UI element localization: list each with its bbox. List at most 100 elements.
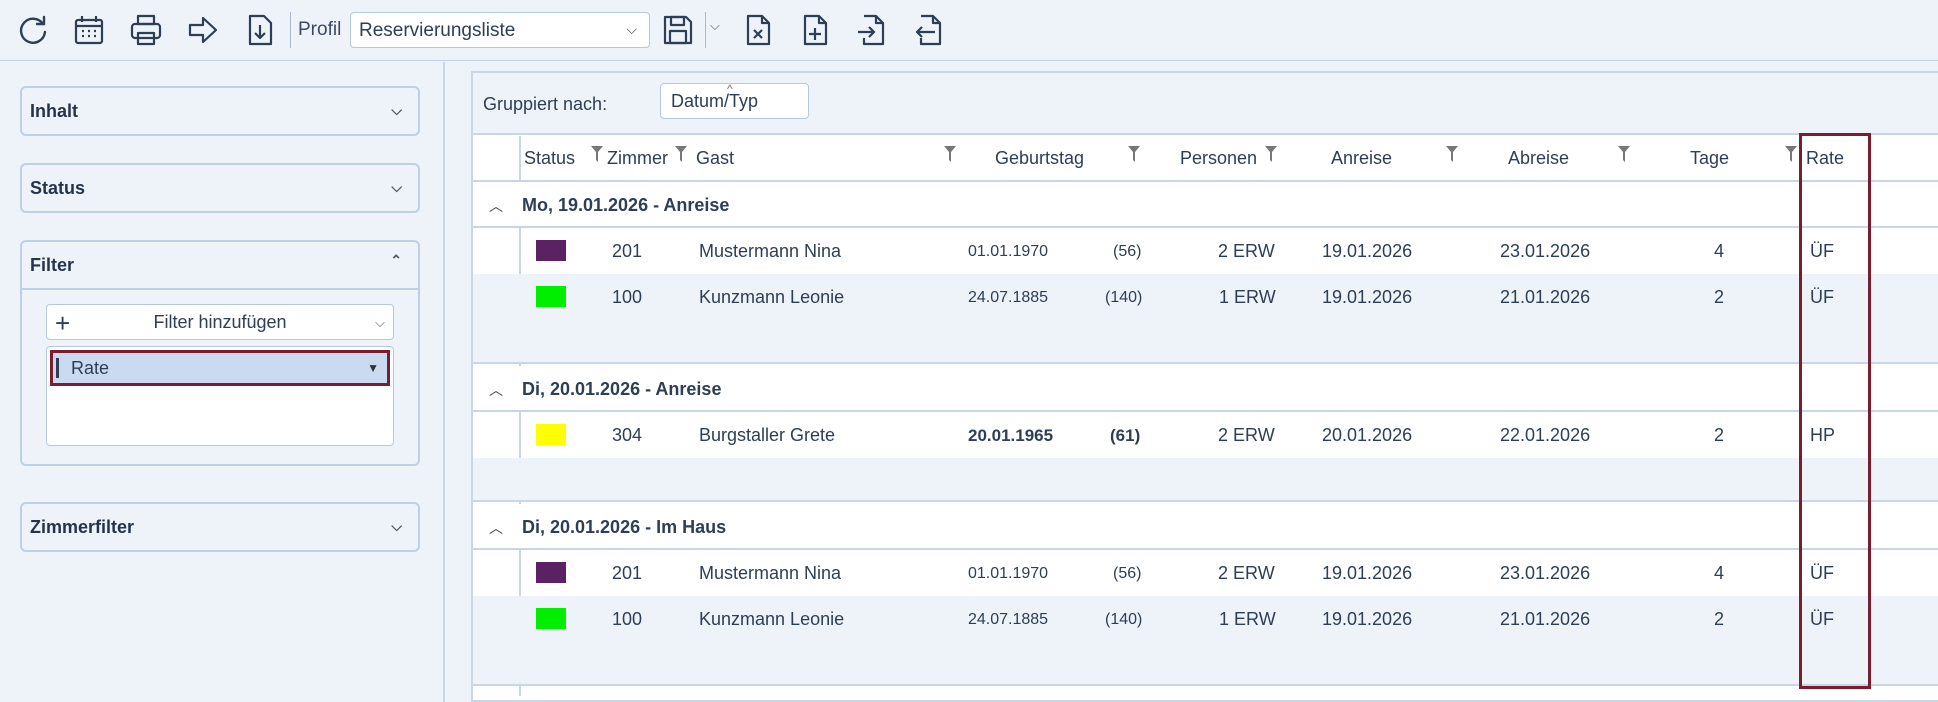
chevron-up-icon[interactable]: ︿: [489, 196, 503, 216]
forward-arrow-icon[interactable]: [183, 10, 223, 50]
refresh-icon[interactable]: [13, 10, 53, 50]
cell-tage: 2: [1714, 425, 1725, 445]
filter-funnel-icon[interactable]: [591, 146, 603, 162]
cell-abreise: 23.01.2026: [1500, 241, 1591, 261]
column-header-anreise[interactable]: Anreise: [1331, 148, 1392, 169]
table-row[interactable]: 100 Kunzmann Leonie 24.07.1885 (140) 1 E…: [473, 274, 1938, 320]
accordion-header[interactable]: Zimmerfilter ⌵: [22, 504, 418, 550]
save-icon[interactable]: [658, 10, 698, 50]
filter-funnel-icon[interactable]: [1128, 146, 1140, 162]
column-header-geburtstag[interactable]: Geburtstag: [995, 148, 1084, 169]
grouping-bar: Gruppiert nach: ^ Datum/Typ: [473, 73, 1938, 135]
cell-zimmer: 100: [612, 609, 643, 629]
filter-item-label: Rate: [71, 357, 110, 378]
filter-funnel-icon[interactable]: [1446, 146, 1458, 162]
toolbar: Profil Reservierungsliste ⌵ ⌵: [0, 0, 1938, 61]
filter-add-dropdown[interactable]: + Filter hinzufügen ⌵: [46, 304, 394, 340]
table-row[interactable]: 304 Burgstaller Grete 20.01.1965 (61) 2 …: [473, 412, 1938, 458]
cell-abreise: 23.01.2026: [1500, 563, 1591, 583]
column-header-abreise[interactable]: Abreise: [1508, 148, 1569, 169]
cell-rate: ÜF: [1810, 609, 1834, 629]
cell-zimmer: 201: [612, 563, 643, 583]
table-row[interactable]: 201 Mustermann Nina 01.01.1970 (56) 2 ER…: [473, 550, 1938, 596]
cell-tage: 2: [1714, 609, 1725, 629]
group-title: Di, 20.01.2026 - Anreise: [522, 379, 722, 399]
grouping-chip[interactable]: ^ Datum/Typ: [660, 82, 809, 119]
group-di-20-anreise: ︿ Di, 20.01.2026 - Anreise 304 Burgstall…: [473, 366, 1938, 502]
accordion-body: + Filter hinzufügen ⌵ Rate ▼: [22, 288, 418, 464]
cell-zimmer: 201: [612, 241, 643, 261]
cell-tage: 2: [1714, 287, 1725, 307]
cell-alter: (140): [1105, 289, 1143, 306]
group-header[interactable]: ︿ Di, 20.01.2026 - Anreise: [473, 366, 1938, 412]
cell-alter: (140): [1105, 611, 1143, 628]
cell-gast: Mustermann Nina: [699, 241, 842, 261]
cell-anreise: 19.01.2026: [1322, 287, 1413, 307]
chevron-down-icon: ⌵: [375, 315, 385, 330]
accordion-title: Inhalt: [30, 100, 78, 121]
group-mo-19-anreise: ︿ Mo, 19.01.2026 - Anreise 201 Musterman…: [473, 182, 1938, 364]
filter-funnel-icon[interactable]: [1785, 146, 1797, 162]
toolbar-dropdown-chevron-icon[interactable]: ⌵: [710, 18, 720, 34]
grid-header: Status Zimmer Gast Geburtstag Personen A…: [473, 136, 1938, 182]
accordion-zimmerfilter[interactable]: Zimmerfilter ⌵: [20, 502, 420, 552]
column-header-gast[interactable]: Gast: [696, 148, 734, 169]
accordion-title: Filter: [30, 254, 75, 275]
group-footer: [473, 458, 1938, 502]
chevron-up-icon[interactable]: ︿: [489, 518, 503, 538]
grouping-label: Gruppiert nach:: [483, 94, 608, 114]
table-row[interactable]: 100 Kunzmann Leonie 24.07.1885 (140) 1 E…: [473, 596, 1938, 642]
column-header-status[interactable]: Status: [524, 148, 575, 169]
group-footer: [473, 320, 1938, 364]
accordion-status[interactable]: Status ⌵: [20, 163, 420, 213]
cell-gast: Burgstaller Grete: [699, 425, 836, 445]
accordion-header[interactable]: Status ⌵: [22, 165, 418, 211]
filter-funnel-icon[interactable]: [675, 146, 687, 162]
column-header-personen[interactable]: Personen: [1180, 148, 1257, 169]
filter-funnel-icon[interactable]: [1265, 146, 1277, 162]
column-header-tage[interactable]: Tage: [1690, 148, 1729, 169]
file-delete-icon[interactable]: [738, 10, 778, 50]
group-header[interactable]: ︿ Di, 20.01.2026 - Im Haus: [473, 504, 1938, 550]
profil-label: Profil: [298, 19, 342, 40]
file-export-icon[interactable]: [909, 10, 949, 50]
file-import-icon[interactable]: [852, 10, 892, 50]
chevron-down-icon: ⌵: [391, 179, 402, 195]
cell-personen: 2 ERW: [1218, 563, 1275, 583]
triangle-down-icon[interactable]: ▼: [367, 361, 379, 375]
chevron-down-icon: ⌵: [626, 21, 637, 37]
cell-geburtstag: 24.07.1885: [968, 289, 1049, 306]
table-row[interactable]: 201 Mustermann Nina 01.01.1970 (56) 2 ER…: [473, 228, 1938, 274]
filter-funnel-icon[interactable]: [944, 146, 956, 162]
cell-abreise: 21.01.2026: [1500, 287, 1591, 307]
group-title: Di, 20.01.2026 - Im Haus: [522, 517, 727, 537]
cell-zimmer: 304: [612, 425, 643, 445]
reservation-grid: Gruppiert nach: ^ Datum/Typ Status Zimme…: [471, 71, 1938, 702]
sort-caret-icon: ^: [727, 82, 733, 96]
accordion-inhalt[interactable]: Inhalt ⌵: [20, 86, 420, 136]
print-icon[interactable]: [126, 10, 166, 50]
filter-funnel-icon[interactable]: [1618, 146, 1630, 162]
chevron-up-icon[interactable]: ︿: [489, 380, 503, 400]
accordion-filter[interactable]: Filter ⌃ + Filter hinzufügen ⌵ Rate ▼: [20, 240, 420, 466]
calendar-icon[interactable]: [69, 10, 109, 50]
grouping-value: Datum/Typ: [671, 91, 759, 111]
column-header-zimmer[interactable]: Zimmer: [607, 148, 668, 169]
accordion-header[interactable]: Inhalt ⌵: [22, 88, 418, 134]
accordion-header[interactable]: Filter ⌃: [22, 242, 418, 288]
filter-list: Rate ▼: [46, 346, 394, 446]
filter-item-rate[interactable]: Rate ▼: [50, 350, 390, 386]
status-color-swatch: [536, 562, 566, 583]
group-di-20-im-haus: ︿ Di, 20.01.2026 - Im Haus 201 Musterman…: [473, 504, 1938, 686]
cell-rate: ÜF: [1810, 241, 1834, 261]
file-add-icon[interactable]: [795, 10, 835, 50]
profil-select[interactable]: Reservierungsliste ⌵: [350, 12, 650, 48]
group-header[interactable]: ︿ Mo, 19.01.2026 - Anreise: [473, 182, 1938, 228]
column-header-rate[interactable]: Rate: [1806, 148, 1844, 169]
chevron-up-icon: ⌃: [390, 252, 402, 268]
cell-geburtstag: 24.07.1885: [968, 611, 1049, 628]
cell-anreise: 19.01.2026: [1322, 563, 1413, 583]
download-icon[interactable]: [240, 10, 280, 50]
cell-anreise: 20.01.2026: [1322, 425, 1413, 445]
drag-handle-icon[interactable]: [56, 358, 59, 378]
